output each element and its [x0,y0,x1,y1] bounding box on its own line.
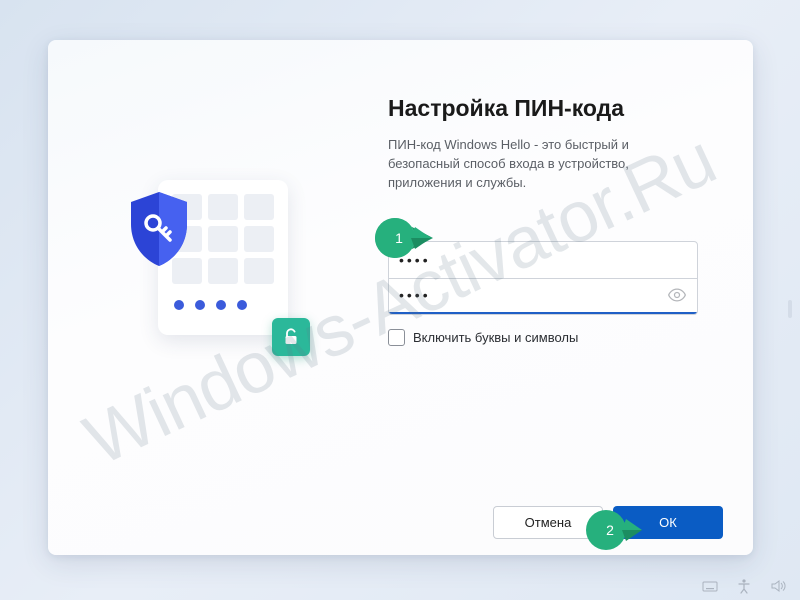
accessibility-icon[interactable] [736,578,752,594]
dialog-body: Настройка ПИН-кода ПИН-код Windows Hello… [48,40,753,489]
system-tray [702,578,786,594]
keyboard-icon[interactable] [702,578,718,594]
pin-illustration [118,170,308,360]
pin-row-confirm [389,278,697,314]
pin-input[interactable] [399,252,687,268]
include-letters-checkbox[interactable] [388,329,405,346]
pin-row-new [389,242,697,278]
include-letters-row: Включить буквы и символы [388,329,698,346]
cancel-button[interactable]: Отмена [493,506,603,539]
shield-key-icon [124,190,194,268]
pin-setup-dialog: Настройка ПИН-кода ПИН-код Windows Hello… [48,40,753,555]
illustration-pane [48,40,378,489]
side-indicator [788,300,792,318]
unlock-badge-icon [272,318,310,356]
volume-icon[interactable] [770,578,786,594]
ok-button[interactable]: ОК [613,506,723,539]
form-pane: Настройка ПИН-кода ПИН-код Windows Hello… [378,40,753,489]
include-letters-label: Включить буквы и символы [413,330,578,345]
dialog-title: Настройка ПИН-кода [388,95,698,122]
pin-input-group [388,241,698,315]
pin-confirm-input[interactable] [399,287,667,303]
dialog-footer: Отмена ОК [48,489,753,555]
dialog-subtitle: ПИН-код Windows Hello - это быстрый и бе… [388,136,688,193]
reveal-password-icon[interactable] [667,285,687,305]
